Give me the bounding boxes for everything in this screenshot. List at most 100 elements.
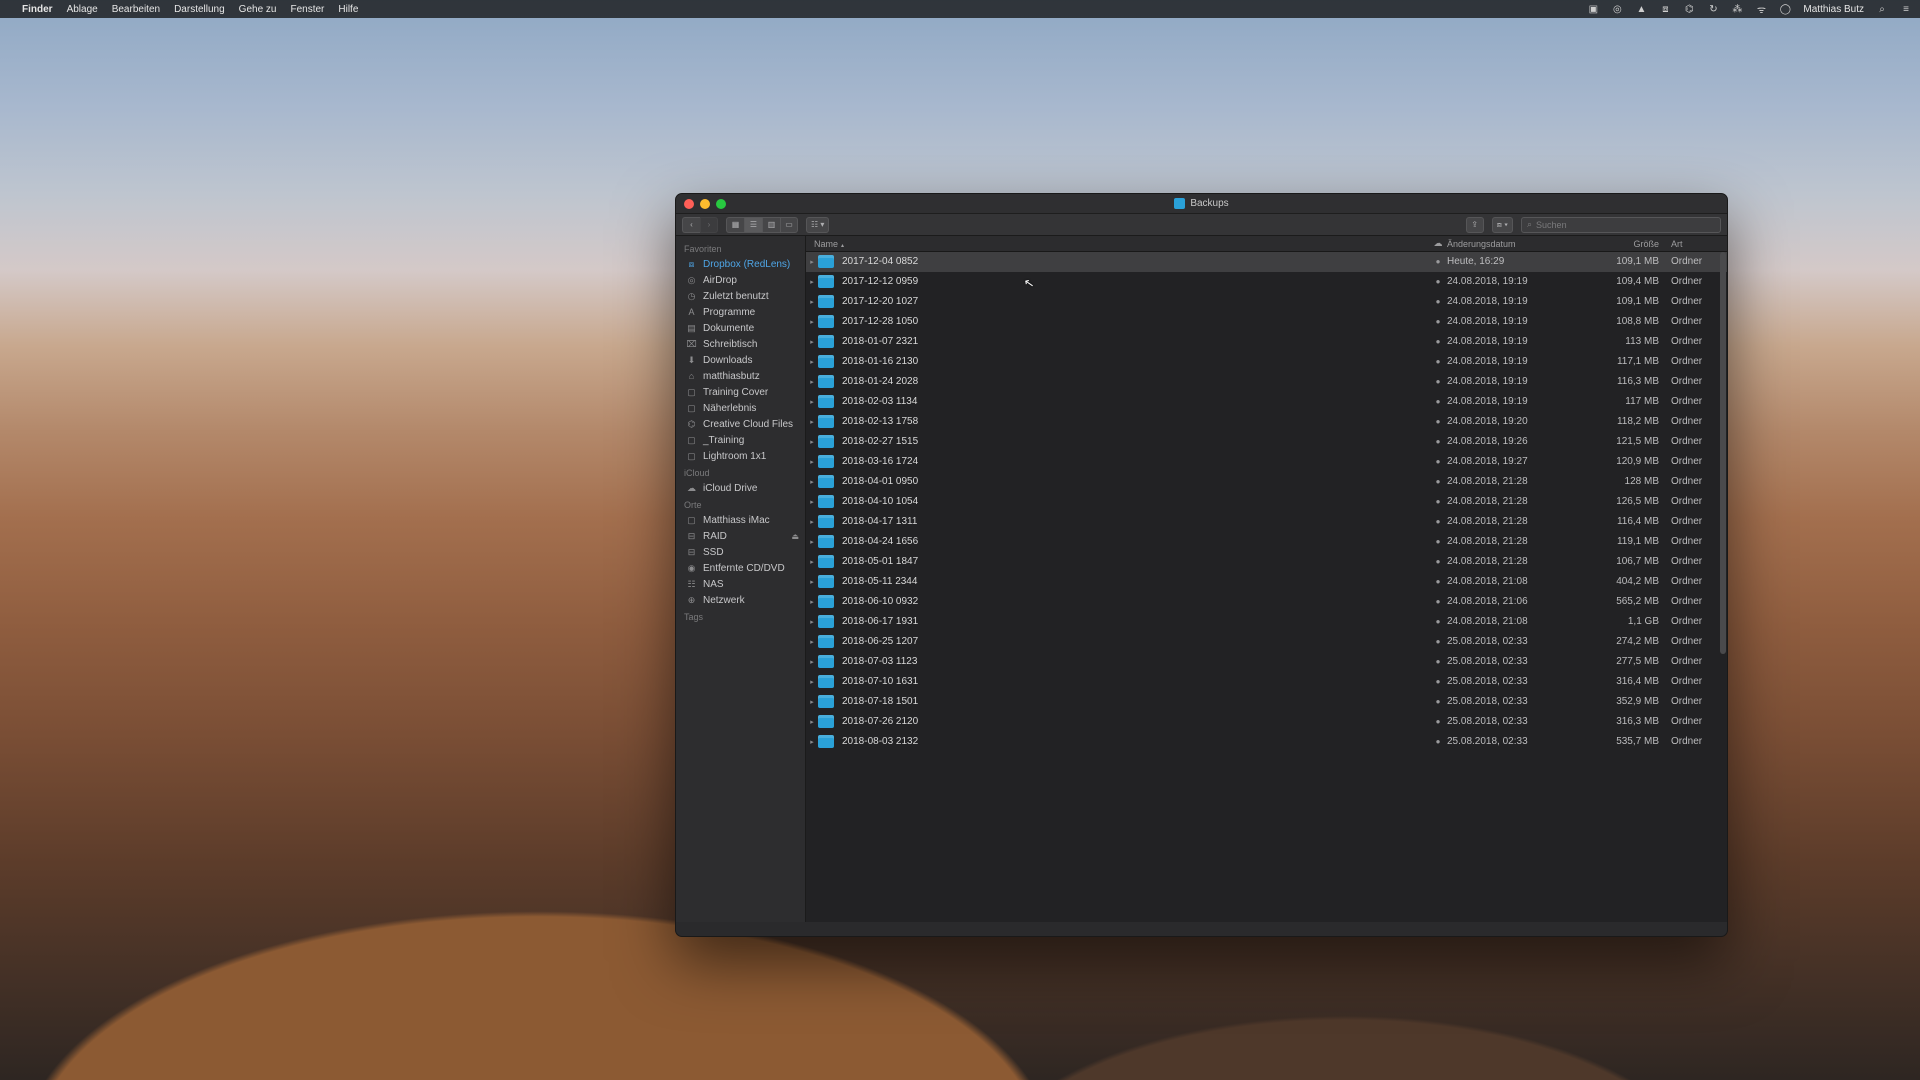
table-row[interactable]: ▸2018-01-24 2028●24.08.2018, 19:19116,3 … xyxy=(806,372,1727,392)
table-row[interactable]: ▸2018-07-03 1123●25.08.2018, 02:33277,5 … xyxy=(806,652,1727,672)
minimize-button[interactable] xyxy=(700,199,710,209)
forward-button[interactable]: › xyxy=(700,217,718,233)
sidebar-item[interactable]: ▢Matthiass iMac xyxy=(676,512,805,528)
table-row[interactable]: ▸2018-04-24 1656●24.08.2018, 21:28119,1 … xyxy=(806,532,1727,552)
user-switch-icon[interactable]: ◯ xyxy=(1779,3,1791,15)
col-kind[interactable]: Art xyxy=(1667,239,1727,249)
disclosure-triangle-icon[interactable]: ▸ xyxy=(806,558,818,566)
disclosure-triangle-icon[interactable]: ▸ xyxy=(806,438,818,446)
sidebar-item[interactable]: ⧈Dropbox (RedLens) xyxy=(676,256,805,272)
sidebar-item[interactable]: ◉Entfernte CD/DVD xyxy=(676,560,805,576)
disclosure-triangle-icon[interactable]: ▸ xyxy=(806,638,818,646)
zoom-button[interactable] xyxy=(716,199,726,209)
status-icon[interactable]: ▲ xyxy=(1635,3,1647,15)
disclosure-triangle-icon[interactable]: ▸ xyxy=(806,718,818,726)
sidebar-item[interactable]: ☷NAS xyxy=(676,576,805,592)
disclosure-triangle-icon[interactable]: ▸ xyxy=(806,258,818,266)
disclosure-triangle-icon[interactable]: ▸ xyxy=(806,478,818,486)
menu-ablage[interactable]: Ablage xyxy=(67,4,98,15)
table-row[interactable]: ▸2018-01-16 2130●24.08.2018, 19:19117,1 … xyxy=(806,352,1727,372)
table-row[interactable]: ▸2018-03-16 1724●24.08.2018, 19:27120,9 … xyxy=(806,452,1727,472)
sidebar-item[interactable]: ▢Training Cover xyxy=(676,384,805,400)
sidebar-item[interactable]: ⊕Netzwerk xyxy=(676,592,805,608)
status-icon[interactable]: ◎ xyxy=(1611,3,1623,15)
sidebar-item[interactable]: ⊟RAID⏏ xyxy=(676,528,805,544)
sidebar-item[interactable]: ▤Dokumente xyxy=(676,320,805,336)
menubar-username[interactable]: Matthias Butz xyxy=(1803,4,1864,15)
table-row[interactable]: ▸2018-06-25 1207●25.08.2018, 02:33274,2 … xyxy=(806,632,1727,652)
spotlight-icon[interactable]: ⌕ xyxy=(1876,3,1888,15)
close-button[interactable] xyxy=(684,199,694,209)
table-row[interactable]: ▸2018-04-17 1311●24.08.2018, 21:28116,4 … xyxy=(806,512,1727,532)
table-row[interactable]: ▸2018-02-13 1758●24.08.2018, 19:20118,2 … xyxy=(806,412,1727,432)
titlebar[interactable]: Backups xyxy=(676,194,1727,214)
disclosure-triangle-icon[interactable]: ▸ xyxy=(806,498,818,506)
table-row[interactable]: ▸2017-12-12 0959●24.08.2018, 19:19109,4 … xyxy=(806,272,1727,292)
table-row[interactable]: ▸2017-12-28 1050●24.08.2018, 19:19108,8 … xyxy=(806,312,1727,332)
dropbox-status-icon[interactable]: ⧈ xyxy=(1659,3,1671,15)
table-row[interactable]: ▸2018-02-03 1134●24.08.2018, 19:19117 MB… xyxy=(806,392,1727,412)
sidebar-item[interactable]: ◎AirDrop xyxy=(676,272,805,288)
sidebar-item[interactable]: ⬇Downloads xyxy=(676,352,805,368)
disclosure-triangle-icon[interactable]: ▸ xyxy=(806,618,818,626)
disclosure-triangle-icon[interactable]: ▸ xyxy=(806,658,818,666)
table-row[interactable]: ▸2018-08-03 2132●25.08.2018, 02:33535,7 … xyxy=(806,732,1727,752)
col-size[interactable]: Größe xyxy=(1597,239,1667,249)
disclosure-triangle-icon[interactable]: ▸ xyxy=(806,418,818,426)
menu-bearbeiten[interactable]: Bearbeiten xyxy=(112,4,160,15)
table-row[interactable]: ▸2018-05-01 1847●24.08.2018, 21:28106,7 … xyxy=(806,552,1727,572)
table-row[interactable]: ▸2018-05-11 2344●24.08.2018, 21:08404,2 … xyxy=(806,572,1727,592)
disclosure-triangle-icon[interactable]: ▸ xyxy=(806,318,818,326)
share-button[interactable]: ⇪ xyxy=(1466,217,1484,233)
disclosure-triangle-icon[interactable]: ▸ xyxy=(806,378,818,386)
wifi-icon[interactable]: ᯤ xyxy=(1755,3,1767,15)
status-icon[interactable]: ⁂ xyxy=(1731,3,1743,15)
search-field[interactable]: ⌕ Suchen xyxy=(1521,217,1721,233)
menu-darstellung[interactable]: Darstellung xyxy=(174,4,225,15)
vertical-scrollbar[interactable] xyxy=(1720,252,1726,654)
table-row[interactable]: ▸2018-07-18 1501●25.08.2018, 02:33352,9 … xyxy=(806,692,1727,712)
disclosure-triangle-icon[interactable]: ▸ xyxy=(806,398,818,406)
disclosure-triangle-icon[interactable]: ▸ xyxy=(806,298,818,306)
table-row[interactable]: ▸2018-06-10 0932●24.08.2018, 21:06565,2 … xyxy=(806,592,1727,612)
disclosure-triangle-icon[interactable]: ▸ xyxy=(806,518,818,526)
eject-icon[interactable]: ⏏ xyxy=(791,532,799,541)
disclosure-triangle-icon[interactable]: ▸ xyxy=(806,738,818,746)
disclosure-triangle-icon[interactable]: ▸ xyxy=(806,338,818,346)
col-icloud[interactable]: ☁ xyxy=(1429,238,1447,249)
list-view-button[interactable]: ☰ xyxy=(744,217,762,233)
disclosure-triangle-icon[interactable]: ▸ xyxy=(806,678,818,686)
sidebar-item[interactable]: ◷Zuletzt benutzt xyxy=(676,288,805,304)
timemachine-icon[interactable]: ↻ xyxy=(1707,3,1719,15)
sidebar-item[interactable]: ⌬Creative Cloud Files xyxy=(676,416,805,432)
table-row[interactable]: ▸2017-12-20 1027●24.08.2018, 19:19109,1 … xyxy=(806,292,1727,312)
sidebar-item[interactable]: AProgramme xyxy=(676,304,805,320)
menu-gehe-zu[interactable]: Gehe zu xyxy=(239,4,277,15)
table-row[interactable]: ▸2018-06-17 1931●24.08.2018, 21:081,1 GB… xyxy=(806,612,1727,632)
disclosure-triangle-icon[interactable]: ▸ xyxy=(806,278,818,286)
disclosure-triangle-icon[interactable]: ▸ xyxy=(806,698,818,706)
arrange-button[interactable]: ☷ ▾ xyxy=(806,217,829,233)
notification-center-icon[interactable]: ≡ xyxy=(1900,3,1912,15)
table-row[interactable]: ▸2017-12-04 0852●Heute, 16:29109,1 MBOrd… xyxy=(806,252,1727,272)
cc-status-icon[interactable]: ⌬ xyxy=(1683,3,1695,15)
menu-fenster[interactable]: Fenster xyxy=(290,4,324,15)
table-row[interactable]: ▸2018-07-26 2120●25.08.2018, 02:33316,3 … xyxy=(806,712,1727,732)
sidebar-item[interactable]: ▢_Training xyxy=(676,432,805,448)
disclosure-triangle-icon[interactable]: ▸ xyxy=(806,538,818,546)
menu-hilfe[interactable]: Hilfe xyxy=(338,4,358,15)
disclosure-triangle-icon[interactable]: ▸ xyxy=(806,578,818,586)
disclosure-triangle-icon[interactable]: ▸ xyxy=(806,458,818,466)
col-date[interactable]: Änderungsdatum xyxy=(1447,239,1597,249)
col-name[interactable]: Name▴ xyxy=(806,239,1429,249)
sidebar-item[interactable]: ☁iCloud Drive xyxy=(676,480,805,496)
icon-view-button[interactable]: ▦ xyxy=(726,217,744,233)
status-icon[interactable]: ▣ xyxy=(1587,3,1599,15)
table-row[interactable]: ▸2018-04-10 1054●24.08.2018, 21:28126,5 … xyxy=(806,492,1727,512)
dropbox-toolbar-button[interactable]: ⧈ ▾ xyxy=(1492,217,1513,233)
app-menu[interactable]: Finder xyxy=(22,4,53,15)
sidebar-item[interactable]: ▢Näherlebnis xyxy=(676,400,805,416)
column-view-button[interactable]: ▥ xyxy=(762,217,780,233)
back-button[interactable]: ‹ xyxy=(682,217,700,233)
sidebar-item[interactable]: ⌧Schreibtisch xyxy=(676,336,805,352)
